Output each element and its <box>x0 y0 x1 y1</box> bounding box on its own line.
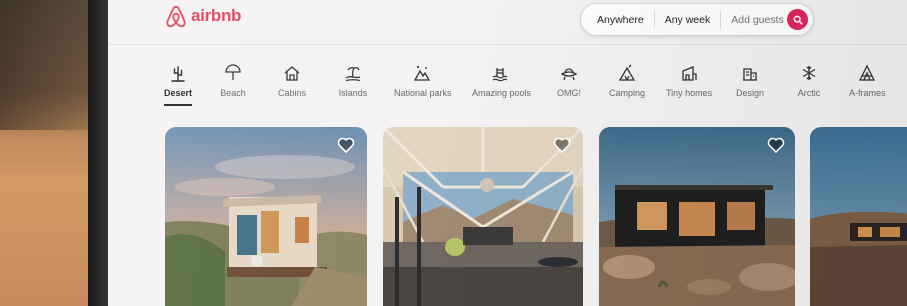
category-label: Desert <box>164 88 193 98</box>
header-divider <box>108 44 907 45</box>
listing-card[interactable] <box>810 127 907 306</box>
listing-card[interactable] <box>165 127 367 306</box>
desk-background <box>0 0 100 306</box>
search-when[interactable]: Any week <box>655 14 721 26</box>
category-tiny-homes[interactable]: Tiny homes <box>666 64 712 98</box>
airbnb-logo[interactable]: airbnb <box>165 4 241 28</box>
category-a-frames[interactable]: A-frames <box>849 64 886 98</box>
category-label: Beach <box>220 88 246 98</box>
search-button[interactable] <box>787 9 808 30</box>
ufo-icon <box>560 68 578 81</box>
listing-card[interactable] <box>383 127 583 306</box>
category-label: Cabins <box>277 88 306 98</box>
listing-photo <box>165 127 367 306</box>
island-icon <box>345 67 361 82</box>
category-desert[interactable]: Desert <box>164 64 192 106</box>
monitor-bezel <box>88 0 110 306</box>
design-building-icon <box>743 68 757 81</box>
pool-icon <box>492 68 508 82</box>
category-label: Tiny homes <box>666 88 713 98</box>
brand-name: airbnb <box>191 6 242 25</box>
category-omg[interactable]: OMG! <box>555 64 583 98</box>
listing-photo <box>810 127 907 306</box>
tent-icon <box>618 64 636 81</box>
category-national-parks[interactable]: National parks <box>394 64 452 98</box>
snowflake-icon <box>802 66 816 80</box>
category-label: Arctic <box>797 88 821 98</box>
category-label: OMG! <box>557 88 581 98</box>
browser-screen: airbnb Anywhere Any week Add guests Dese… <box>108 0 907 306</box>
category-cabins[interactable]: Cabins <box>277 64 307 98</box>
tiny-home-icon <box>682 66 697 81</box>
category-islands[interactable]: Islands <box>338 64 368 98</box>
search-bar[interactable]: Anywhere Any week Add guests <box>580 3 814 36</box>
category-beach[interactable]: Beach <box>219 64 247 98</box>
cactus-icon <box>171 66 185 82</box>
active-underline <box>164 104 192 106</box>
cabin-icon <box>284 66 300 81</box>
mountain-icon <box>413 66 431 81</box>
category-label: Amazing pools <box>472 88 532 98</box>
category-design[interactable]: Design <box>734 64 766 98</box>
category-amazing-pools[interactable]: Amazing pools <box>472 64 532 98</box>
category-label: Camping <box>609 88 646 98</box>
listing-card[interactable] <box>599 127 795 306</box>
category-camping[interactable]: Camping <box>609 64 645 98</box>
category-bar: Desert Beach Cabins Islands National par… <box>108 64 907 114</box>
listing-photo <box>383 127 583 306</box>
a-frame-icon <box>858 64 876 81</box>
category-arctic[interactable]: Arctic <box>795 64 823 98</box>
heart-icon[interactable] <box>337 137 355 153</box>
search-guests[interactable]: Add guests <box>721 14 794 26</box>
search-icon <box>793 15 803 25</box>
heart-icon[interactable] <box>767 137 785 153</box>
category-label: A-frames <box>849 88 886 98</box>
search-where[interactable]: Anywhere <box>581 14 654 26</box>
umbrella-icon <box>225 64 241 80</box>
category-label: National parks <box>394 88 452 98</box>
listing-photo <box>599 127 795 306</box>
category-label: Islands <box>338 88 368 98</box>
heart-icon[interactable] <box>553 137 571 153</box>
airbnb-logo-icon <box>166 5 186 28</box>
category-label: Design <box>735 88 764 98</box>
